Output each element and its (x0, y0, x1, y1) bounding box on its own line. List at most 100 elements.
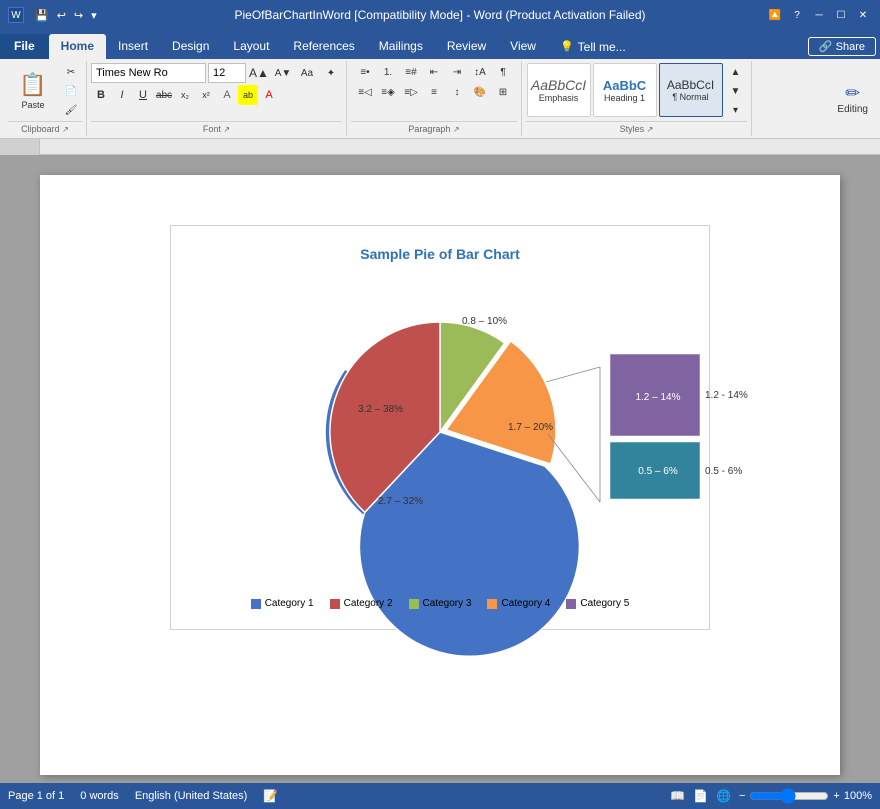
font-family-input[interactable] (91, 63, 206, 83)
tab-review[interactable]: Review (435, 34, 498, 59)
proofing-icon[interactable]: 📝 (263, 789, 278, 803)
heading1-style[interactable]: AaBbC Heading 1 (593, 63, 657, 117)
legend-color-cat2 (330, 599, 340, 609)
strikethrough-button[interactable]: abc (154, 85, 174, 105)
tab-home[interactable]: Home (49, 34, 106, 59)
title-bar: W 💾 ↩ ↪ ▾ PieOfBarChartInWord [Compatibi… (0, 0, 880, 30)
tab-layout[interactable]: Layout (221, 34, 281, 59)
redo-qat-button[interactable]: ↪ (71, 7, 86, 24)
align-right-button[interactable]: ≡▷ (400, 83, 422, 101)
help-button[interactable]: ? (788, 7, 806, 23)
styles-label: Styles ↗ (526, 121, 747, 134)
tab-file[interactable]: File (0, 34, 49, 59)
align-buttons-row: ≡◁ ≡◈ ≡▷ ≡ ↕ 🎨 ⊞ (354, 83, 514, 101)
ruler (0, 139, 880, 155)
align-center-button[interactable]: ≡◈ (377, 83, 399, 101)
font-color-button[interactable]: A (259, 85, 279, 105)
tab-references[interactable]: References (281, 34, 366, 59)
label-cat4: 1.7 – 20% (508, 422, 553, 433)
increase-indent-button[interactable]: ⇥ (446, 63, 468, 81)
emphasis-preview: AaBbCcI (531, 77, 586, 93)
font-group-content: A▲ A▼ Aa ✦ B I U abc x₂ x² A ab A (91, 63, 342, 119)
styles-group: AaBbCcI Emphasis AaBbC Heading 1 AaBbCcI… (522, 61, 752, 136)
tab-tell-me[interactable]: 💡 Tell me... (548, 34, 638, 59)
zoom-level: 100% (844, 790, 872, 802)
highlight-button[interactable]: ab (238, 85, 258, 105)
emphasis-style[interactable]: AaBbCcI Emphasis (527, 63, 591, 117)
zoom-out-button[interactable]: − (739, 790, 745, 802)
ruler-corner[interactable] (0, 139, 40, 155)
zoom-in-button[interactable]: + (833, 790, 839, 802)
tab-view[interactable]: View (498, 34, 548, 59)
line-spacing-button[interactable]: ↕ (446, 83, 468, 101)
decrease-indent-button[interactable]: ⇤ (423, 63, 445, 81)
bar-cat5-label: 1.2 – 14% (635, 392, 680, 403)
restore-button[interactable]: ☐ (832, 7, 850, 23)
underline-button[interactable]: U (133, 85, 153, 105)
editing-pencil-icon: ✏ (845, 83, 860, 104)
bullets-button[interactable]: ≡• (354, 63, 376, 81)
styles-down-button[interactable]: ▼ (725, 82, 747, 100)
superscript-button[interactable]: x² (196, 85, 216, 105)
legend-color-cat3 (409, 599, 419, 609)
chart-title: Sample Pie of Bar Chart (191, 246, 689, 262)
show-formatting-button[interactable]: ¶ (492, 63, 514, 81)
bold-button[interactable]: B (91, 85, 111, 105)
decrease-font-button[interactable]: A▼ (272, 64, 294, 82)
subscript-button[interactable]: x₂ (175, 85, 195, 105)
normal-style[interactable]: AaBbCcI ¶ Normal (659, 63, 723, 117)
title-bar-left: W 💾 ↩ ↪ ▾ (8, 7, 100, 24)
styles-up-button[interactable]: ▲ (725, 63, 747, 81)
minimize-button[interactable]: ─ (810, 7, 828, 23)
italic-button[interactable]: I (112, 85, 132, 105)
shading-button[interactable]: 🎨 (469, 83, 491, 101)
window-controls: 🔼 ? ─ ☐ ✕ (766, 7, 872, 23)
styles-gallery: AaBbCcI Emphasis AaBbC Heading 1 AaBbCcI… (527, 63, 747, 119)
normal-preview: AaBbCcI (667, 78, 714, 92)
paragraph-label: Paragraph ↗ (351, 121, 517, 134)
ribbon-content: 📋 Paste ✂ 📄 🖌 Clipboard ↗ A▲ A▼ A (0, 59, 880, 139)
legend-cat1: Category 1 (251, 598, 314, 609)
zoom-slider-input[interactable] (749, 788, 829, 804)
bar-right-label1: 1.2 - 14% (705, 390, 748, 401)
save-qat-button[interactable]: 💾 (32, 7, 52, 24)
read-mode-button[interactable]: 📖 (670, 789, 685, 803)
paragraph-group: ≡• 1. ≡# ⇤ ⇥ ↕A ¶ ≡◁ ≡◈ ≡▷ ≡ ↕ 🎨 ⊞ (347, 61, 522, 136)
increase-font-button[interactable]: A▲ (248, 64, 270, 82)
tab-design[interactable]: Design (160, 34, 221, 59)
numbering-button[interactable]: 1. (377, 63, 399, 81)
ruler-svg (40, 140, 880, 154)
copy-button[interactable]: 📄 (60, 82, 82, 100)
legend-cat2: Category 2 (330, 598, 393, 609)
ribbon-collapse-button[interactable]: 🔼 (766, 7, 784, 23)
share-button[interactable]: 🔗 Share (808, 37, 876, 56)
sort-button[interactable]: ↕A (469, 63, 491, 81)
styles-expand-button[interactable]: ▾ (725, 101, 747, 119)
close-button[interactable]: ✕ (854, 7, 872, 23)
change-case-button[interactable]: Aa (296, 64, 318, 82)
align-left-button[interactable]: ≡◁ (354, 83, 376, 101)
label-cat1: 2.7 – 32% (378, 496, 423, 507)
tab-insert[interactable]: Insert (106, 34, 160, 59)
font-size-input[interactable] (208, 63, 246, 83)
qat-dropdown[interactable]: ▾ (88, 7, 100, 24)
status-right: 📖 📄 🌐 − + 100% (670, 788, 872, 804)
cut-button[interactable]: ✂ (60, 63, 82, 81)
paste-button[interactable]: 📋 Paste (8, 63, 58, 119)
web-layout-button[interactable]: 🌐 (716, 789, 731, 803)
print-layout-button[interactable]: 📄 (693, 789, 708, 803)
zoom-control[interactable]: − + 100% (739, 788, 872, 804)
language: English (United States) (135, 790, 248, 802)
clear-formatting-button[interactable]: ✦ (320, 64, 342, 82)
ribbon: File Home Insert Design Layout Reference… (0, 30, 880, 139)
paragraph-group-content: ≡• 1. ≡# ⇤ ⇥ ↕A ¶ ≡◁ ≡◈ ≡▷ ≡ ↕ 🎨 ⊞ (354, 63, 514, 119)
document-area: Sample Pie of Bar Chart (0, 155, 880, 783)
format-painter-button[interactable]: 🖌 (60, 101, 82, 119)
borders-button[interactable]: ⊞ (492, 83, 514, 101)
multilevel-list-button[interactable]: ≡# (400, 63, 422, 81)
tab-mailings[interactable]: Mailings (367, 34, 435, 59)
text-effects-button[interactable]: A (217, 85, 237, 105)
chart-container[interactable]: Sample Pie of Bar Chart (170, 225, 710, 630)
justify-button[interactable]: ≡ (423, 83, 445, 101)
undo-qat-button[interactable]: ↩ (54, 7, 69, 24)
